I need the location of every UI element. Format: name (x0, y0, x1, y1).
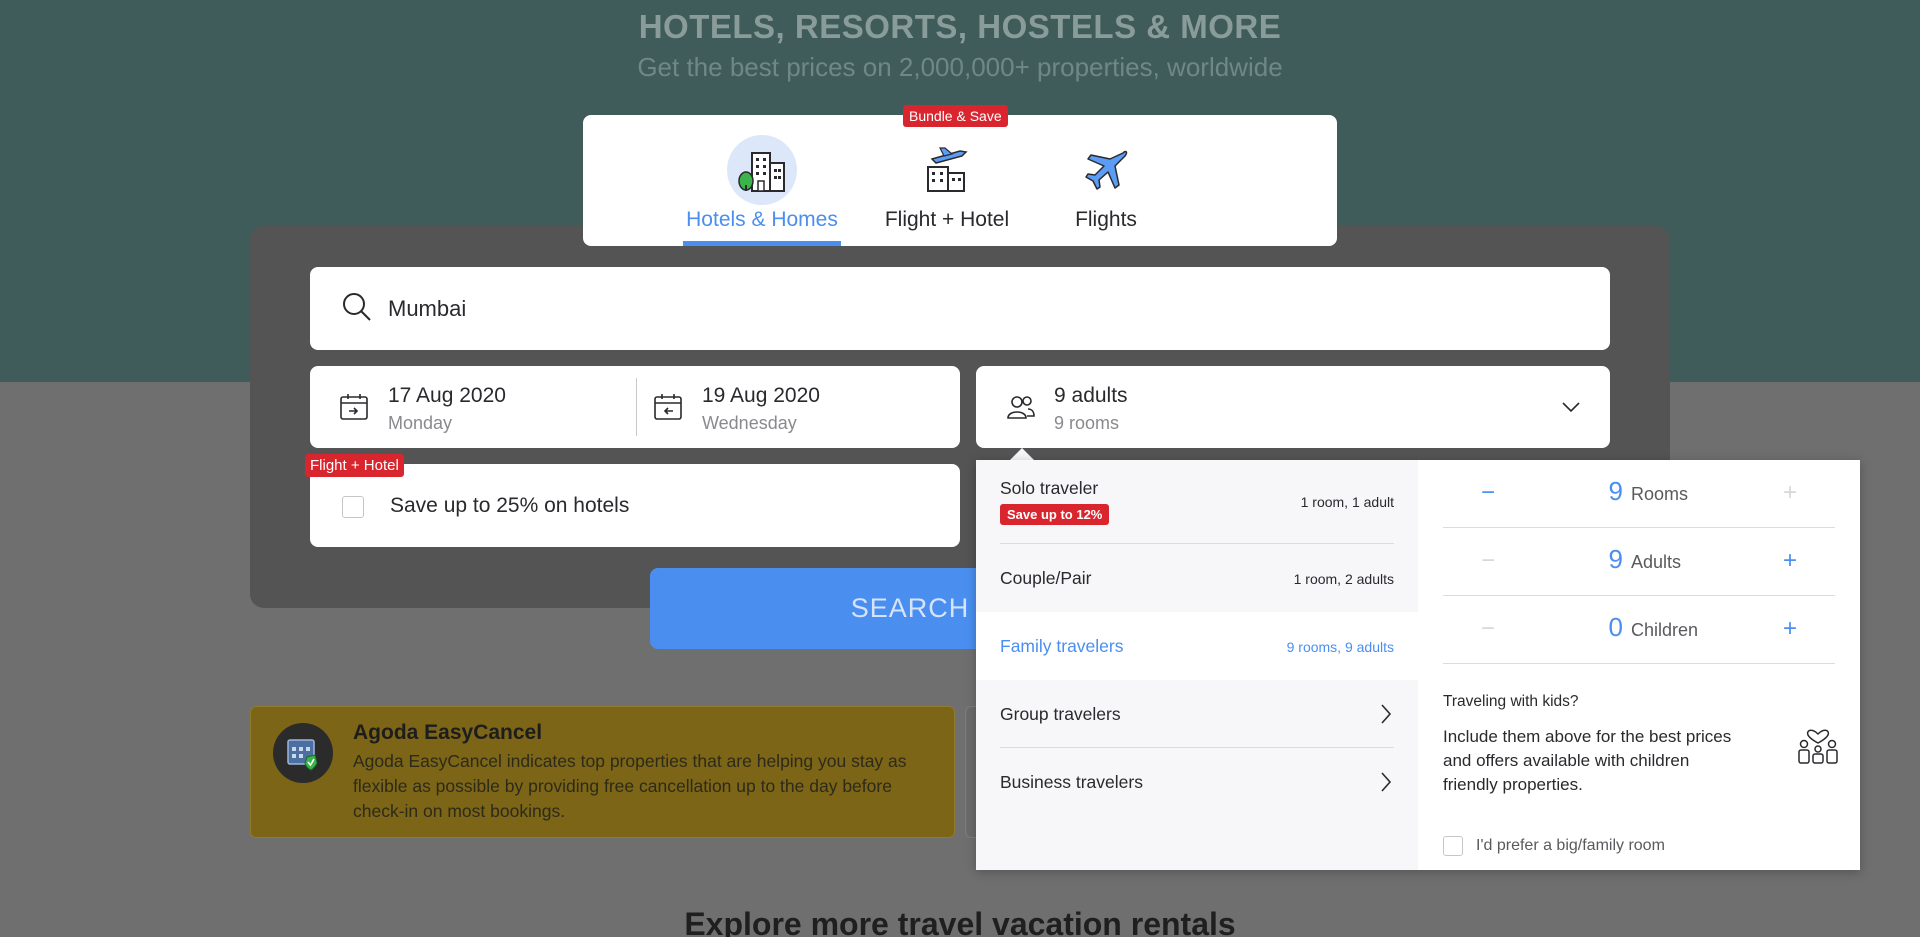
traveler-family[interactable]: Family travelers 9 rooms, 9 adults (976, 612, 1418, 680)
traveler-business[interactable]: Business travelers (976, 748, 1418, 816)
tab-label: Flights (1075, 208, 1137, 231)
dates-field: 17 Aug 2020 Monday 19 Aug 2020 Wednesday (310, 366, 960, 448)
checkin-date-value: 17 Aug 2020 (388, 384, 506, 407)
tab-flight-hotel[interactable]: Flight + Hotel (883, 115, 1011, 246)
checkin-day: Monday (388, 413, 453, 433)
tab-label: Flight + Hotel (884, 208, 1010, 231)
traveler-name: Solo traveler (1000, 478, 1099, 498)
checkin-date[interactable]: 17 Aug 2020 Monday (310, 366, 636, 448)
tab-label: Hotels & Homes (686, 208, 838, 231)
flight-hotel-icon (912, 135, 982, 205)
promo-text: Save up to 25% on hotels (390, 494, 630, 517)
rooms-counter: − 9 Rooms + (1443, 460, 1835, 528)
destination-field[interactable]: Mumbai (310, 267, 1610, 350)
destination-input[interactable]: Mumbai (388, 296, 466, 322)
checkout-date-value: 19 Aug 2020 (702, 384, 820, 407)
adults-counter: − 9 Adults + (1443, 528, 1835, 596)
traveler-name: Couple/Pair (1000, 568, 1092, 588)
rooms-minus-button[interactable]: − (1473, 478, 1503, 508)
traveler-couple[interactable]: Couple/Pair 1 room, 2 adults (976, 544, 1418, 612)
traveler-info: 1 room, 1 adult (1300, 494, 1394, 510)
calendar-checkin-icon (340, 394, 368, 425)
calendar-check-icon (273, 723, 333, 783)
kids-info: Include them above for the best prices a… (1443, 727, 1732, 794)
rooms-value: 9 (1608, 476, 1623, 506)
dropdown-caret (1010, 448, 1034, 460)
rooms-label: Rooms (1631, 484, 1689, 504)
traveler-solo[interactable]: Solo traveler Save up to 12% 1 room, 1 a… (976, 460, 1418, 544)
people-icon (1006, 394, 1036, 425)
search-button-label: SEARCH (850, 593, 970, 623)
product-tabs: Hotels & Homes Flight + Hotel Flights Bu… (583, 105, 1337, 246)
children-label: Children (1631, 620, 1699, 640)
traveler-name: Group travelers (1000, 704, 1121, 724)
tab-hotels-homes[interactable]: Hotels & Homes (683, 115, 841, 246)
family-icon (1798, 722, 1838, 769)
chevron-right-icon (1380, 704, 1392, 729)
occupancy-adults: 9 adults (1054, 384, 1128, 407)
traveler-info: 1 room, 2 adults (1293, 571, 1394, 587)
traveler-info: 9 rooms, 9 adults (1286, 639, 1394, 655)
airplane-icon (1071, 135, 1141, 205)
checkout-date[interactable]: 19 Aug 2020 Wednesday (624, 366, 960, 448)
tab-flights[interactable]: Flights (1053, 115, 1159, 246)
info-card-body: Agoda EasyCancel indicates top propertie… (353, 751, 907, 821)
hero-subtitle: Get the best prices on 2,000,000+ proper… (637, 52, 1283, 82)
divider (1443, 663, 1835, 664)
adults-plus-button[interactable]: + (1775, 546, 1805, 576)
children-counter: − 0 Children + (1443, 596, 1835, 664)
occupancy-dropdown: Solo traveler Save up to 12% 1 room, 1 a… (976, 460, 1860, 870)
children-minus-button[interactable]: − (1473, 614, 1503, 644)
adults-minus-button[interactable]: − (1473, 546, 1503, 576)
promo-checkbox[interactable] (342, 496, 364, 518)
bundle-save-badge: Bundle & Save (903, 105, 1008, 127)
active-tab-indicator (683, 241, 841, 246)
chevron-right-icon (1380, 772, 1392, 797)
explore-heading: Explore more travel vacation rentals (684, 906, 1236, 937)
info-card-title: Agoda EasyCancel (353, 721, 543, 744)
occupancy-field[interactable]: 9 adults 9 rooms (976, 366, 1610, 448)
adults-value: 9 (1608, 544, 1623, 574)
rooms-plus-button[interactable]: + (1775, 478, 1805, 508)
family-room-label: I'd prefer a big/family room (1476, 837, 1665, 854)
search-icon (342, 292, 372, 327)
easycancel-card: Agoda EasyCancel Agoda EasyCancel indica… (250, 706, 955, 838)
children-value: 0 (1608, 612, 1623, 642)
promo-option[interactable]: Save up to 25% on hotels (310, 464, 960, 547)
chevron-down-icon[interactable] (1562, 400, 1580, 418)
family-room-checkbox[interactable] (1443, 836, 1463, 856)
flight-hotel-badge: Flight + Hotel (305, 454, 404, 477)
kids-question: Traveling with kids? (1443, 693, 1579, 710)
traveler-name: Family travelers (1000, 636, 1124, 656)
calendar-checkout-icon (654, 394, 682, 425)
hero-title: HOTELS, RESORTS, HOSTELS & MORE (638, 8, 1282, 45)
save-badge: Save up to 12% (1000, 504, 1110, 525)
occupancy-counters: − 9 Rooms + − 9 Adults + − 0 Children + … (1418, 460, 1860, 870)
adults-label: Adults (1631, 552, 1682, 572)
children-plus-button[interactable]: + (1775, 614, 1805, 644)
checkout-day: Wednesday (702, 413, 797, 433)
hotel-building-icon (727, 135, 797, 205)
occupancy-rooms: 9 rooms (1054, 413, 1120, 433)
traveler-group[interactable]: Group travelers (976, 680, 1418, 748)
traveler-name: Business travelers (1000, 772, 1143, 792)
traveler-type-list: Solo traveler Save up to 12% 1 room, 1 a… (976, 460, 1418, 870)
